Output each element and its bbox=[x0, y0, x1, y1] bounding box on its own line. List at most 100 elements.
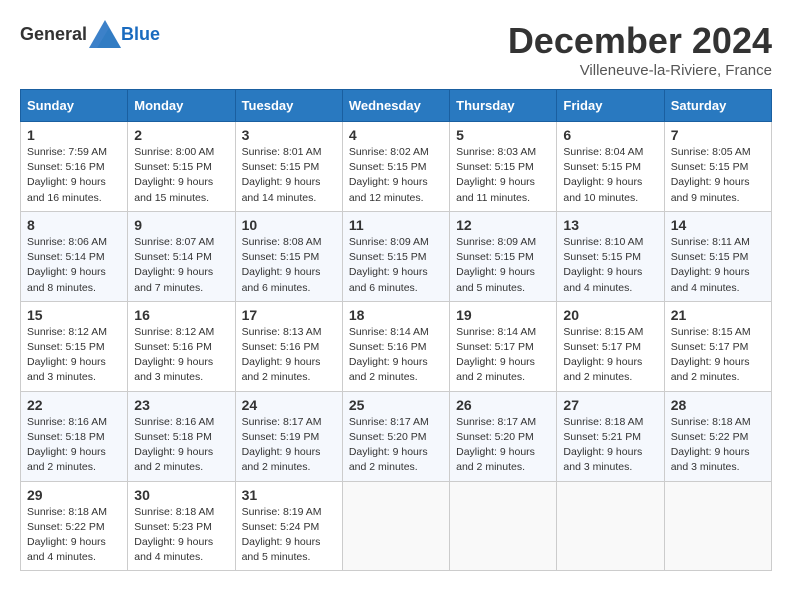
day-number: 27 bbox=[563, 397, 657, 413]
calendar-cell: 23 Sunrise: 8:16 AMSunset: 5:18 PMDayligh… bbox=[128, 391, 235, 481]
day-of-week-header: Wednesday bbox=[342, 90, 449, 122]
day-number: 1 bbox=[27, 127, 121, 143]
calendar-cell: 5Sunrise: 8:03 AMSunset: 5:15 PMDaylight… bbox=[450, 122, 557, 212]
logo-icon bbox=[89, 20, 121, 48]
day-number: 25 bbox=[349, 397, 443, 413]
calendar-header: SundayMondayTuesdayWednesdayThursdayFrid… bbox=[21, 90, 772, 122]
day-of-week-header: Thursday bbox=[450, 90, 557, 122]
day-of-week-header: Friday bbox=[557, 90, 664, 122]
day-of-week-header: Saturday bbox=[664, 90, 771, 122]
calendar-cell: 26 Sunrise: 8:17 AMSunset: 5:20 PMDayligh… bbox=[450, 391, 557, 481]
calendar-week: 1Sunrise: 7:59 AMSunset: 5:16 PMDaylight… bbox=[21, 122, 772, 212]
day-info: Sunrise: 8:16 AMSunset: 5:18 PMDaylight:… bbox=[27, 415, 121, 476]
calendar-cell: 12 Sunrise: 8:09 AMSunset: 5:15 PMDayligh… bbox=[450, 211, 557, 301]
calendar-cell: 22Sunrise: 8:16 AMSunset: 5:18 PMDayligh… bbox=[21, 391, 128, 481]
day-info: Sunrise: 8:17 AMSunset: 5:20 PMDaylight:… bbox=[456, 415, 550, 476]
calendar-cell: 2 Sunrise: 8:00 AMSunset: 5:15 PMDaylight… bbox=[128, 122, 235, 212]
day-info: Sunrise: 8:17 AMSunset: 5:20 PMDaylight:… bbox=[349, 415, 443, 476]
day-number: 17 bbox=[242, 307, 336, 323]
calendar-cell: 31 Sunrise: 8:19 AMSunset: 5:24 PMDayligh… bbox=[235, 481, 342, 571]
day-info: Sunrise: 8:15 AMSunset: 5:17 PMDaylight:… bbox=[671, 325, 765, 386]
day-info: Sunrise: 8:06 AMSunset: 5:14 PMDaylight:… bbox=[27, 235, 121, 296]
month-title: December 2024 bbox=[508, 20, 772, 62]
logo: General Blue bbox=[20, 20, 160, 48]
day-number: 2 bbox=[134, 127, 228, 143]
calendar-cell: 11Sunrise: 8:09 AMSunset: 5:15 PMDayligh… bbox=[342, 211, 449, 301]
calendar-cell: 20 Sunrise: 8:15 AMSunset: 5:17 PMDayligh… bbox=[557, 301, 664, 391]
day-info: Sunrise: 8:18 AMSunset: 5:22 PMDaylight:… bbox=[27, 505, 121, 566]
calendar-week: 22Sunrise: 8:16 AMSunset: 5:18 PMDayligh… bbox=[21, 391, 772, 481]
calendar-cell: 18 Sunrise: 8:14 AMSunset: 5:16 PMDayligh… bbox=[342, 301, 449, 391]
day-info: Sunrise: 8:05 AMSunset: 5:15 PMDaylight:… bbox=[671, 145, 765, 206]
day-number: 8 bbox=[27, 217, 121, 233]
day-number: 29 bbox=[27, 487, 121, 503]
day-info: Sunrise: 8:02 AMSunset: 5:15 PMDaylight:… bbox=[349, 145, 443, 206]
day-info: Sunrise: 8:18 AMSunset: 5:23 PMDaylight:… bbox=[134, 505, 228, 566]
day-number: 3 bbox=[242, 127, 336, 143]
calendar-cell: 17 Sunrise: 8:13 AMSunset: 5:16 PMDayligh… bbox=[235, 301, 342, 391]
calendar-week: 8 Sunrise: 8:06 AMSunset: 5:14 PMDaylight… bbox=[21, 211, 772, 301]
day-info: Sunrise: 8:11 AMSunset: 5:15 PMDaylight:… bbox=[671, 235, 765, 296]
day-info: Sunrise: 8:14 AMSunset: 5:16 PMDaylight:… bbox=[349, 325, 443, 386]
calendar-cell: 21 Sunrise: 8:15 AMSunset: 5:17 PMDayligh… bbox=[664, 301, 771, 391]
day-number: 5 bbox=[456, 127, 550, 143]
calendar-cell: 10 Sunrise: 8:08 AMSunset: 5:15 PMDayligh… bbox=[235, 211, 342, 301]
calendar-cell: 16 Sunrise: 8:12 AMSunset: 5:16 PMDayligh… bbox=[128, 301, 235, 391]
day-number: 21 bbox=[671, 307, 765, 323]
calendar-cell: 8 Sunrise: 8:06 AMSunset: 5:14 PMDaylight… bbox=[21, 211, 128, 301]
day-number: 4 bbox=[349, 127, 443, 143]
day-info: Sunrise: 8:04 AMSunset: 5:15 PMDaylight:… bbox=[563, 145, 657, 206]
calendar-cell: 3Sunrise: 8:01 AMSunset: 5:15 PMDaylight… bbox=[235, 122, 342, 212]
calendar-cell: 30 Sunrise: 8:18 AMSunset: 5:23 PMDayligh… bbox=[128, 481, 235, 571]
day-info: Sunrise: 8:16 AMSunset: 5:18 PMDaylight:… bbox=[134, 415, 228, 476]
day-info: Sunrise: 8:09 AMSunset: 5:15 PMDaylight:… bbox=[456, 235, 550, 296]
location-subtitle: Villeneuve-la-Riviere, France bbox=[508, 62, 772, 79]
day-number: 18 bbox=[349, 307, 443, 323]
calendar-cell: 19 Sunrise: 8:14 AMSunset: 5:17 PMDayligh… bbox=[450, 301, 557, 391]
calendar-week: 29 Sunrise: 8:18 AMSunset: 5:22 PMDayligh… bbox=[21, 481, 772, 571]
calendar-cell: 1Sunrise: 7:59 AMSunset: 5:16 PMDaylight… bbox=[21, 122, 128, 212]
day-info: Sunrise: 8:12 AMSunset: 5:15 PMDaylight:… bbox=[27, 325, 121, 386]
day-number: 30 bbox=[134, 487, 228, 503]
page-header: General Blue December 2024 Villeneuve-la… bbox=[20, 20, 772, 79]
day-number: 7 bbox=[671, 127, 765, 143]
calendar-cell: 13Sunrise: 8:10 AMSunset: 5:15 PMDayligh… bbox=[557, 211, 664, 301]
logo-blue: Blue bbox=[121, 24, 160, 45]
calendar-cell bbox=[664, 481, 771, 571]
calendar-cell: 6Sunrise: 8:04 AMSunset: 5:15 PMDaylight… bbox=[557, 122, 664, 212]
day-number: 16 bbox=[134, 307, 228, 323]
day-number: 24 bbox=[242, 397, 336, 413]
day-number: 23 bbox=[134, 397, 228, 413]
calendar-cell: 4 Sunrise: 8:02 AMSunset: 5:15 PMDaylight… bbox=[342, 122, 449, 212]
calendar-cell: 27 Sunrise: 8:18 AMSunset: 5:21 PMDayligh… bbox=[557, 391, 664, 481]
day-info: Sunrise: 8:08 AMSunset: 5:15 PMDaylight:… bbox=[242, 235, 336, 296]
calendar-body: 1Sunrise: 7:59 AMSunset: 5:16 PMDaylight… bbox=[21, 122, 772, 571]
day-of-week-header: Monday bbox=[128, 90, 235, 122]
day-info: Sunrise: 8:18 AMSunset: 5:21 PMDaylight:… bbox=[563, 415, 657, 476]
day-info: Sunrise: 8:13 AMSunset: 5:16 PMDaylight:… bbox=[242, 325, 336, 386]
day-number: 28 bbox=[671, 397, 765, 413]
calendar-cell: 28Sunrise: 8:18 AMSunset: 5:22 PMDayligh… bbox=[664, 391, 771, 481]
calendar-cell bbox=[557, 481, 664, 571]
day-info: Sunrise: 8:19 AMSunset: 5:24 PMDaylight:… bbox=[242, 505, 336, 566]
day-number: 19 bbox=[456, 307, 550, 323]
day-number: 10 bbox=[242, 217, 336, 233]
day-number: 20 bbox=[563, 307, 657, 323]
calendar-cell: 9 Sunrise: 8:07 AMSunset: 5:14 PMDaylight… bbox=[128, 211, 235, 301]
day-number: 26 bbox=[456, 397, 550, 413]
day-info: Sunrise: 8:07 AMSunset: 5:14 PMDaylight:… bbox=[134, 235, 228, 296]
calendar-cell: 15Sunrise: 8:12 AMSunset: 5:15 PMDayligh… bbox=[21, 301, 128, 391]
calendar-week: 15Sunrise: 8:12 AMSunset: 5:15 PMDayligh… bbox=[21, 301, 772, 391]
calendar-cell bbox=[342, 481, 449, 571]
calendar-cell: 29 Sunrise: 8:18 AMSunset: 5:22 PMDayligh… bbox=[21, 481, 128, 571]
day-number: 12 bbox=[456, 217, 550, 233]
day-info: Sunrise: 8:12 AMSunset: 5:16 PMDaylight:… bbox=[134, 325, 228, 386]
day-info: Sunrise: 8:14 AMSunset: 5:17 PMDaylight:… bbox=[456, 325, 550, 386]
day-number: 31 bbox=[242, 487, 336, 503]
day-info: Sunrise: 8:17 AMSunset: 5:19 PMDaylight:… bbox=[242, 415, 336, 476]
day-info: Sunrise: 8:15 AMSunset: 5:17 PMDaylight:… bbox=[563, 325, 657, 386]
day-number: 9 bbox=[134, 217, 228, 233]
day-info: Sunrise: 8:10 AMSunset: 5:15 PMDaylight:… bbox=[563, 235, 657, 296]
day-of-week-header: Sunday bbox=[21, 90, 128, 122]
day-info: Sunrise: 8:00 AMSunset: 5:15 PMDaylight:… bbox=[134, 145, 228, 206]
